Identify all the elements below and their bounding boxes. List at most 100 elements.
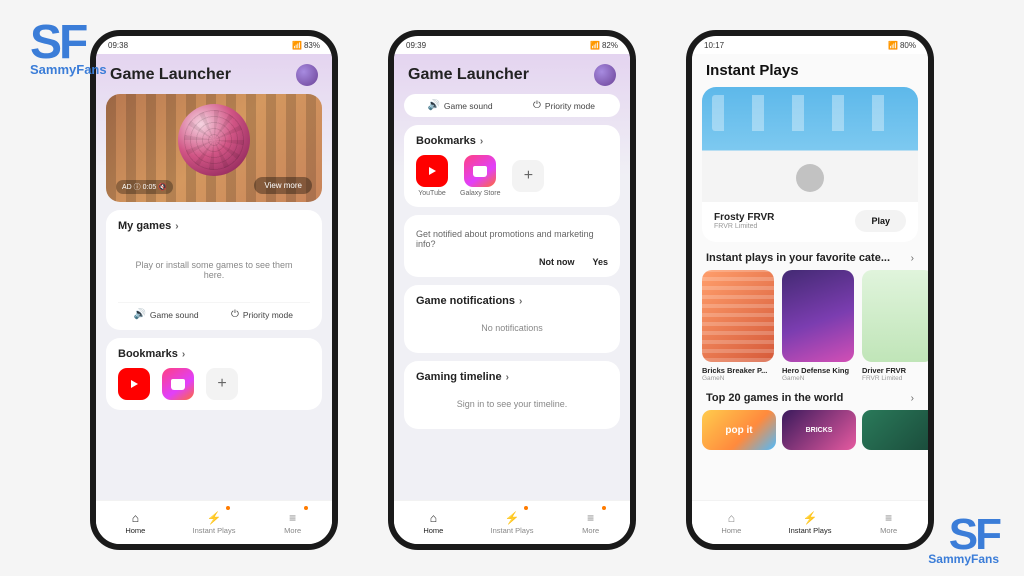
bottom-nav: ⌂Home ⚡Instant Plays ≡More bbox=[394, 500, 630, 544]
nav-instant-plays[interactable]: ⚡Instant Plays bbox=[473, 501, 552, 544]
bookmarks-card: Bookmarks › + bbox=[106, 338, 322, 410]
quick-actions-card: 🔊Game sound ⏻Priority mode bbox=[404, 94, 620, 117]
not-now-button[interactable]: Not now bbox=[539, 257, 575, 267]
sound-icon: 🔊 bbox=[427, 100, 439, 111]
game-thumbnail bbox=[782, 270, 854, 362]
top20-header[interactable]: Top 20 games in the world › bbox=[692, 382, 928, 410]
categories-header[interactable]: Instant plays in your favorite cate... › bbox=[692, 242, 928, 270]
wifi-icon: 📶 bbox=[292, 41, 302, 50]
notification-dot bbox=[602, 506, 606, 510]
phone-1: 09:38 📶83% Game Launcher AD ⓘ 0:05 🔇 Vie… bbox=[90, 30, 338, 550]
top20-scroll[interactable]: pop it BRICKS bbox=[692, 410, 928, 450]
profile-avatar[interactable] bbox=[296, 64, 318, 86]
menu-icon: ≡ bbox=[587, 511, 594, 525]
youtube-bookmark[interactable] bbox=[416, 155, 448, 187]
bookmarks-header[interactable]: Bookmarks › bbox=[118, 348, 310, 360]
nav-more[interactable]: ≡More bbox=[253, 501, 332, 544]
sound-icon: 🔊 bbox=[133, 309, 145, 320]
game-tile[interactable]: Bricks Breaker P... GameN bbox=[702, 270, 774, 382]
top20-tile[interactable] bbox=[862, 410, 928, 450]
power-icon: ⏻ bbox=[231, 309, 239, 320]
game-thumbnail bbox=[702, 270, 774, 362]
profile-avatar[interactable] bbox=[594, 64, 616, 86]
timeline-empty: Sign in to see your timeline. bbox=[416, 389, 608, 419]
status-time: 09:38 bbox=[108, 41, 128, 50]
bottom-nav: ⌂Home ⚡Instant Plays ≡More bbox=[692, 500, 928, 544]
notification-dot bbox=[304, 506, 308, 510]
game-tile[interactable]: Driver FRVR FRVR Limited bbox=[862, 270, 928, 382]
my-games-header[interactable]: My games › bbox=[118, 220, 310, 232]
nav-more[interactable]: ≡More bbox=[849, 501, 928, 544]
nav-home[interactable]: ⌂Home bbox=[96, 501, 175, 544]
app-header: Game Launcher bbox=[394, 54, 630, 94]
bookmark-label: YouTube bbox=[418, 190, 446, 197]
nav-more[interactable]: ≡More bbox=[551, 501, 630, 544]
menu-icon: ≡ bbox=[885, 511, 892, 525]
phone-3: 10:17 📶80% Instant Plays Frosty FRVR FRV… bbox=[686, 30, 934, 550]
galaxy-store-bookmark[interactable] bbox=[162, 368, 194, 400]
wifi-icon: 📶 bbox=[888, 41, 898, 50]
watermark-bottom-right: SF SammyFans bbox=[928, 510, 999, 566]
ad-banner[interactable]: AD ⓘ 0:05 🔇 View more bbox=[106, 94, 322, 202]
featured-title: Frosty FRVR bbox=[714, 212, 774, 223]
gaming-timeline-card: Gaming timeline › Sign in to see your ti… bbox=[404, 361, 620, 429]
game-sound-button[interactable]: 🔊Game sound bbox=[408, 100, 512, 111]
banner-graphic bbox=[178, 104, 250, 176]
game-sound-button[interactable]: 🔊Game sound bbox=[118, 309, 214, 320]
add-bookmark-button[interactable]: + bbox=[206, 368, 238, 400]
page-title: Game Launcher bbox=[110, 66, 231, 84]
chevron-right-icon: › bbox=[506, 372, 509, 383]
notifications-header[interactable]: Game notifications › bbox=[416, 295, 608, 307]
notifications-empty: No notifications bbox=[416, 313, 608, 343]
my-games-card: My games › Play or install some games to… bbox=[106, 210, 322, 330]
game-notifications-card: Game notifications › No notifications bbox=[404, 285, 620, 353]
yes-button[interactable]: Yes bbox=[592, 257, 608, 267]
featured-game-image bbox=[702, 87, 918, 202]
promo-prompt-card: Get notified about promotions and market… bbox=[404, 215, 620, 277]
ad-chip: AD ⓘ 0:05 🔇 bbox=[116, 180, 173, 194]
play-button[interactable]: Play bbox=[855, 210, 906, 232]
notification-dot bbox=[524, 506, 528, 510]
bolt-icon: ⚡ bbox=[803, 511, 818, 525]
bolt-icon: ⚡ bbox=[207, 511, 222, 525]
add-bookmark-button[interactable]: + bbox=[512, 160, 544, 192]
game-tile[interactable]: Hero Defense King GameN bbox=[782, 270, 854, 382]
battery-level: 80% bbox=[900, 41, 916, 50]
notification-dot bbox=[226, 506, 230, 510]
nav-instant-plays[interactable]: ⚡Instant Plays bbox=[771, 501, 850, 544]
home-icon: ⌂ bbox=[728, 511, 735, 525]
phone-2: 09:39 📶82% Game Launcher 🔊Game sound ⏻Pr… bbox=[388, 30, 636, 550]
top20-tile[interactable]: pop it bbox=[702, 410, 776, 450]
top20-tile[interactable]: BRICKS bbox=[782, 410, 856, 450]
galaxy-store-bookmark[interactable] bbox=[464, 155, 496, 187]
timeline-header[interactable]: Gaming timeline › bbox=[416, 371, 608, 383]
game-thumbnail bbox=[862, 270, 928, 362]
chevron-right-icon: › bbox=[519, 296, 522, 307]
nav-instant-plays[interactable]: ⚡Instant Plays bbox=[175, 501, 254, 544]
priority-mode-button[interactable]: ⏻Priority mode bbox=[214, 309, 310, 320]
view-more-button[interactable]: View more bbox=[254, 177, 312, 194]
status-time: 09:39 bbox=[406, 41, 426, 50]
bookmarks-card: Bookmarks › YouTube Galaxy Store + bbox=[404, 125, 620, 207]
chevron-right-icon: › bbox=[911, 253, 914, 264]
youtube-bookmark[interactable] bbox=[118, 368, 150, 400]
page-title: Instant Plays bbox=[692, 54, 928, 87]
chevron-right-icon: › bbox=[911, 393, 914, 404]
nav-home[interactable]: ⌂Home bbox=[692, 501, 771, 544]
status-time: 10:17 bbox=[704, 41, 724, 50]
bookmarks-header[interactable]: Bookmarks › bbox=[416, 135, 608, 147]
bottom-nav: ⌂Home ⚡Instant Plays ≡More bbox=[96, 500, 332, 544]
app-header: Game Launcher bbox=[96, 54, 332, 94]
bolt-icon: ⚡ bbox=[505, 511, 520, 525]
nav-home[interactable]: ⌂Home bbox=[394, 501, 473, 544]
chevron-right-icon: › bbox=[182, 349, 185, 360]
featured-game-card[interactable]: Frosty FRVR FRVR Limited Play bbox=[702, 87, 918, 242]
categories-scroll[interactable]: Bricks Breaker P... GameN Hero Defense K… bbox=[692, 270, 928, 382]
battery-level: 82% bbox=[602, 41, 618, 50]
page-title: Game Launcher bbox=[408, 66, 529, 84]
my-games-empty: Play or install some games to see them h… bbox=[118, 238, 310, 302]
promo-text: Get notified about promotions and market… bbox=[416, 225, 608, 257]
bookmark-label: Galaxy Store bbox=[460, 190, 500, 197]
priority-mode-button[interactable]: ⏻Priority mode bbox=[512, 100, 616, 111]
status-bar: 09:39 📶82% bbox=[394, 36, 630, 54]
